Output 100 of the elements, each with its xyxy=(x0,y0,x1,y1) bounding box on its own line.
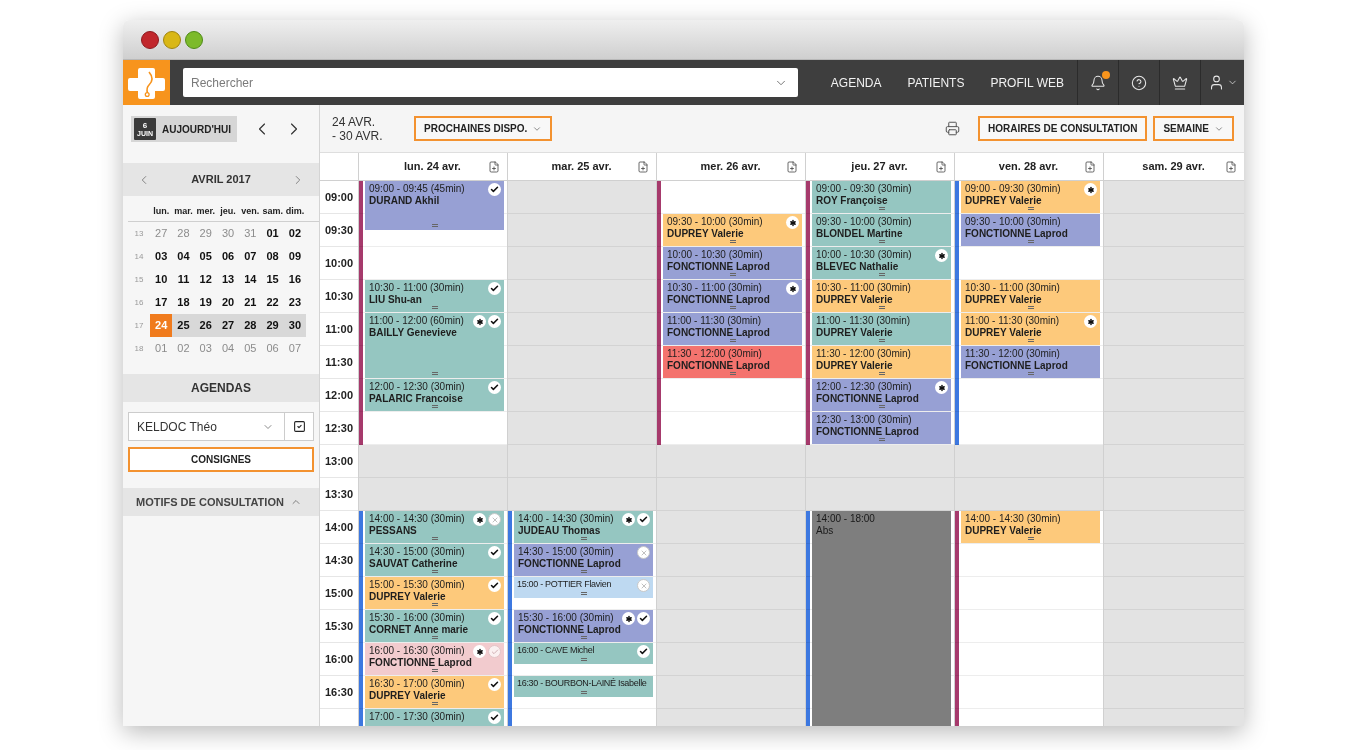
appointment-card[interactable]: 09:30 - 10:00 (30min) FONCTIONNE Laprod xyxy=(961,214,1100,246)
appointment-card[interactable]: 10:30 - 11:00 (30min) LIU Shu-an xyxy=(365,280,504,312)
drag-handle-icon[interactable] xyxy=(878,306,885,309)
drag-handle-icon[interactable] xyxy=(878,372,885,375)
calendar-day[interactable]: 14 xyxy=(239,268,262,291)
drag-handle-icon[interactable] xyxy=(1027,306,1034,309)
calendar-day[interactable]: 01 xyxy=(261,222,284,245)
drag-handle-icon[interactable] xyxy=(580,691,587,694)
bell-icon[interactable] xyxy=(1090,74,1106,91)
appointment-card[interactable]: 14:30 - 15:00 (30min) SAUVAT Catherine xyxy=(365,544,504,576)
calendar-day[interactable]: 13 xyxy=(216,268,240,291)
calendar-day[interactable]: 18 xyxy=(172,291,195,314)
drag-handle-icon[interactable] xyxy=(431,372,438,375)
document-plus-icon[interactable] xyxy=(1225,160,1237,173)
drag-handle-icon[interactable] xyxy=(431,603,438,606)
drag-handle-icon[interactable] xyxy=(431,570,438,573)
reasons-header[interactable]: MOTIFS DE CONSULTATION xyxy=(123,488,319,516)
agenda-select[interactable]: KELDOC Théo xyxy=(128,412,285,441)
appointment-card[interactable]: 15:00 - 15:30 (30min) DUPREY Valerie xyxy=(365,577,504,609)
calendar-day[interactable]: 12 xyxy=(194,268,217,291)
crown-icon[interactable] xyxy=(1172,74,1188,91)
drag-handle-icon[interactable] xyxy=(431,306,438,309)
drag-handle-icon[interactable] xyxy=(1027,537,1034,540)
calendar-day[interactable]: 08 xyxy=(261,245,284,268)
appointment-card[interactable]: 12:00 - 12:30 (30min) FONCTIONNE Laprod xyxy=(812,379,951,411)
logo-icon[interactable] xyxy=(123,60,170,105)
drag-handle-icon[interactable] xyxy=(580,537,587,540)
appointment-card[interactable]: 09:30 - 10:00 (30min) DUPREY Valerie xyxy=(663,214,802,246)
calendar-day[interactable]: 20 xyxy=(216,291,240,314)
appointment-card[interactable]: 10:00 - 10:30 (30min) BLEVEC Nathalie xyxy=(812,247,951,279)
calendar-day[interactable]: 09 xyxy=(283,245,307,268)
calendar-day[interactable]: 15 xyxy=(261,268,284,291)
drag-handle-icon[interactable] xyxy=(580,658,587,661)
appointment-card[interactable]: 11:00 - 11:30 (30min) DUPREY Valerie xyxy=(961,313,1100,345)
document-plus-icon[interactable] xyxy=(1084,160,1096,173)
close-icon[interactable] xyxy=(141,30,159,49)
drag-handle-icon[interactable] xyxy=(431,223,438,227)
calendar-day[interactable]: 02 xyxy=(283,222,307,245)
drag-handle-icon[interactable] xyxy=(878,240,885,243)
drag-handle-icon[interactable] xyxy=(431,669,438,672)
search-field[interactable]: Rechercher xyxy=(183,68,798,97)
appointment-card[interactable]: 15:30 - 16:00 (30min) CORNET Anne marie xyxy=(365,610,504,642)
drag-handle-icon[interactable] xyxy=(729,339,736,342)
maximize-icon[interactable] xyxy=(185,30,203,49)
appointment-card[interactable]: 15:30 - 16:00 (30min) FONCTIONNE Laprod xyxy=(514,610,653,642)
calendar-day[interactable]: 10 xyxy=(150,268,173,291)
agenda-toggle-button[interactable] xyxy=(285,412,314,441)
appointment-card[interactable]: 16:00 - 16:30 (30min) FONCTIONNE Laprod xyxy=(365,643,504,675)
drag-handle-icon[interactable] xyxy=(878,339,885,342)
appointment-card[interactable]: 09:30 - 10:00 (30min) BLONDEL Martine xyxy=(812,214,951,246)
appointment-card[interactable]: 11:00 - 11:30 (30min) DUPREY Valerie xyxy=(812,313,951,345)
document-plus-icon[interactable] xyxy=(786,160,798,173)
appointment-card[interactable]: 16:30 - BOURBON-LAINÉ Isabelle xyxy=(514,676,653,697)
drag-handle-icon[interactable] xyxy=(878,273,885,276)
drag-handle-icon[interactable] xyxy=(1027,372,1034,375)
nav-link[interactable]: PATIENTS xyxy=(907,73,965,92)
document-plus-icon[interactable] xyxy=(935,160,947,173)
drag-handle-icon[interactable] xyxy=(431,636,438,639)
calendar-day[interactable]: 30 xyxy=(283,314,307,337)
calendar-day[interactable]: 21 xyxy=(239,291,262,314)
drag-handle-icon[interactable] xyxy=(431,702,438,705)
calendar-day[interactable]: 26 xyxy=(194,314,217,337)
drag-handle-icon[interactable] xyxy=(729,306,736,309)
appointment-card[interactable]: 10:30 - 11:00 (30min) DUPREY Valerie xyxy=(812,280,951,312)
appointment-card[interactable]: 09:00 - 09:30 (30min) DUPREY Valerie xyxy=(961,181,1100,213)
appointment-card[interactable]: 11:30 - 12:00 (30min) FONCTIONNE Laprod xyxy=(961,346,1100,378)
drag-handle-icon[interactable] xyxy=(580,570,587,573)
help-icon[interactable] xyxy=(1131,74,1147,91)
appointment-card[interactable]: 12:00 - 12:30 (30min) PALARIC Francoise xyxy=(365,379,504,411)
checked-box-icon[interactable] xyxy=(292,420,306,433)
appointment-card[interactable]: 09:00 - 09:30 (30min) ROY Françoise xyxy=(812,181,951,213)
next-available-button[interactable]: PROCHAINES DISPO. xyxy=(414,116,553,141)
calendar-day[interactable]: 07 xyxy=(239,245,262,268)
nav-link[interactable]: PROFIL WEB xyxy=(990,73,1064,92)
appointment-card[interactable]: 11:30 - 12:00 (30min) DUPREY Valerie xyxy=(812,346,951,378)
appointment-card[interactable]: 16:30 - 17:00 (30min) DUPREY Valerie xyxy=(365,676,504,708)
drag-handle-icon[interactable] xyxy=(729,240,736,243)
appointment-card[interactable]: 14:00 - 14:30 (30min) JUDEAU Thomas xyxy=(514,511,653,543)
view-select[interactable]: SEMAINE xyxy=(1153,116,1234,141)
calendar-day[interactable]: 22 xyxy=(261,291,284,314)
calendar-day[interactable]: 11 xyxy=(172,268,195,291)
calendar-day[interactable]: 25 xyxy=(172,314,195,337)
appointment-card[interactable]: 14:30 - 15:00 (30min) FONCTIONNE Laprod xyxy=(514,544,653,576)
calendar-day[interactable]: 27 xyxy=(216,314,240,337)
drag-handle-icon[interactable] xyxy=(878,207,885,210)
calendar-day[interactable]: 23 xyxy=(283,291,307,314)
drag-handle-icon[interactable] xyxy=(580,636,587,639)
drag-handle-icon[interactable] xyxy=(878,438,885,441)
nav-link[interactable]: AGENDA xyxy=(830,73,882,92)
appointment-card[interactable]: 09:00 - 09:45 (45min) DURAND Akhil xyxy=(365,181,504,230)
appointment-card[interactable]: 11:00 - 11:30 (30min) FONCTIONNE Laprod xyxy=(663,313,802,345)
calendar-day[interactable]: 06 xyxy=(216,245,240,268)
drag-handle-icon[interactable] xyxy=(729,372,736,375)
calendar-day[interactable]: 19 xyxy=(194,291,217,314)
appointment-card[interactable]: 11:30 - 12:00 (30min) FONCTIONNE Laprod xyxy=(663,346,802,378)
document-plus-icon[interactable] xyxy=(488,160,500,173)
absence-block[interactable]: 14:00 - 18:00 Abs xyxy=(812,511,951,726)
drag-handle-icon[interactable] xyxy=(1027,207,1034,210)
appointment-card[interactable]: 10:00 - 10:30 (30min) FONCTIONNE Laprod xyxy=(663,247,802,279)
appointment-card[interactable]: 14:00 - 14:30 (30min) PESSANS xyxy=(365,511,504,543)
